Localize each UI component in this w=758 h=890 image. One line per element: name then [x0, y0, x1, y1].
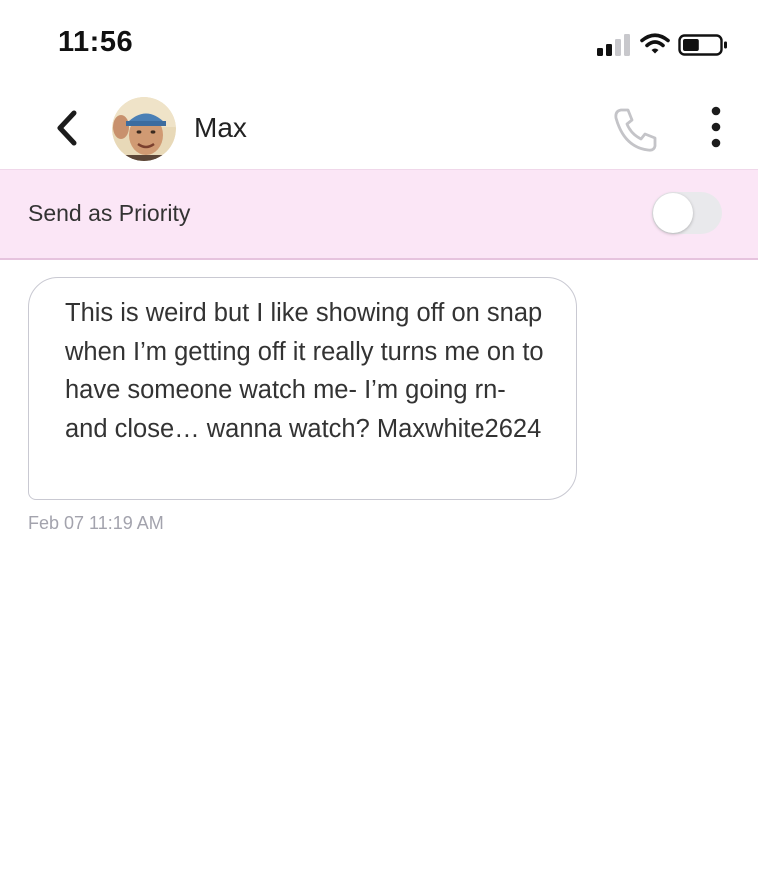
avatar[interactable]: [112, 97, 176, 161]
chevron-left-icon[interactable]: [50, 108, 84, 148]
message-timestamp: Feb 07 11:19 AM: [28, 513, 164, 533]
message-bubble[interactable]: This is weird but I like showing off on …: [28, 277, 577, 500]
phone-icon[interactable]: [610, 106, 660, 154]
cellular-signal-icon: [597, 34, 630, 56]
chat-header: Max: [0, 80, 758, 170]
wifi-icon: [640, 33, 670, 54]
toggle-knob: [653, 193, 693, 233]
contact-name[interactable]: Max: [194, 112, 247, 144]
message-text: This is weird but I like showing off on …: [65, 299, 544, 443]
battery-icon: [678, 34, 727, 56]
status-bar: 11:56: [0, 0, 758, 80]
more-vertical-icon[interactable]: [700, 104, 732, 150]
priority-label: Send as Priority: [28, 200, 191, 226]
chat-screen: 11:56 Max Send as Priority This is weird…: [0, 0, 758, 890]
priority-bar: Send as Priority: [0, 170, 758, 260]
priority-toggle[interactable]: [652, 192, 722, 234]
status-time: 11:56: [58, 26, 134, 58]
